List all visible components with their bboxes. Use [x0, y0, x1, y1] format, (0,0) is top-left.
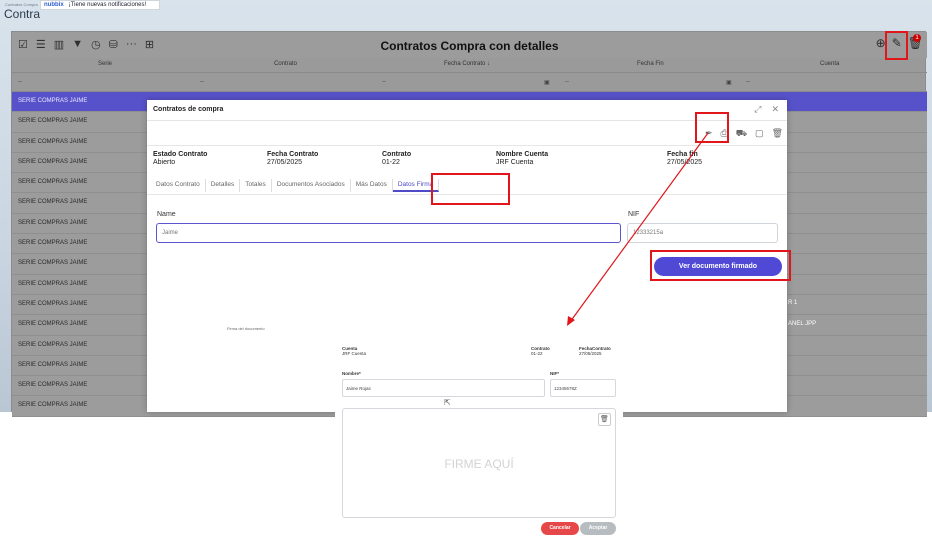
highlight-pencil: [885, 31, 908, 60]
column-header-cuenta[interactable]: Cuenta: [820, 61, 839, 67]
pad-cuenta: Cuenta JRF Cuenta: [342, 346, 366, 356]
pad-label: Nombre*: [342, 371, 361, 376]
name-input[interactable]: Jaime: [156, 223, 621, 243]
tab-mas-datos[interactable]: Más Datos: [351, 179, 393, 192]
count-badge: 1: [913, 34, 921, 42]
highlight-signature-tool: [695, 112, 729, 143]
info-value: Abierto: [153, 159, 176, 166]
cuenta-cell: R 1: [788, 300, 798, 306]
filter-contrato[interactable]: --: [200, 79, 204, 85]
trash-icon[interactable]: 🗑 1: [908, 34, 923, 50]
divider: [147, 145, 787, 146]
column-header-contrato[interactable]: Contrato: [274, 61, 297, 67]
pad-value: 27/05/2025: [579, 351, 602, 356]
grid-title: Contratos Compra con detalles: [380, 39, 559, 53]
info-fecha-contrato: Fecha Contrato 27/05/2025: [267, 151, 318, 166]
info-value: JRF Cuenta: [496, 159, 534, 166]
info-value: 27/05/2025: [267, 159, 303, 166]
info-fecha-fin: Fecha fin 27/05/2025: [667, 151, 702, 166]
column-header-fecha-fin[interactable]: Fecha Fin: [637, 61, 664, 67]
cart-icon[interactable]: ⛟: [736, 128, 747, 140]
info-label: Nombre Cuenta: [496, 151, 549, 158]
close-icon[interactable]: ✕: [771, 104, 779, 115]
clear-signature-trash-icon[interactable]: 🗑: [598, 413, 611, 426]
grid-toolbar: ☑ ☰ ▥ ▼ ◷ ⛁ ··· ⊞ Contratos Compra con d…: [12, 32, 927, 58]
name-label: Name: [157, 211, 176, 218]
tab-datos-contrato[interactable]: Datos Contrato: [151, 179, 206, 192]
info-label: Contrato: [382, 151, 412, 158]
pad-value: 01-22: [531, 351, 543, 356]
notification-toast[interactable]: nubbix ¡Tiene nuevas notificaciones!: [40, 0, 160, 10]
pad-nif-label: NIF*: [550, 371, 559, 376]
column-header-serie[interactable]: Serie: [98, 61, 112, 67]
tab-totales[interactable]: Totales: [240, 179, 272, 192]
info-value: 01-22: [382, 159, 400, 166]
pad-nif-input[interactable]: 12345678Z: [550, 379, 616, 397]
column-header-fecha-contrato[interactable]: Fecha Contrato ↓: [444, 61, 490, 67]
info-value: 27/05/2025: [667, 159, 703, 166]
calendar-icon[interactable]: ▣: [726, 79, 732, 86]
filter-fecha-contrato-2[interactable]: --: [565, 79, 569, 85]
signature-hint: FIRME AQUÍ: [444, 457, 514, 471]
cursor-icon: ⇱: [444, 398, 451, 407]
pad-nombre-label: Nombre*: [342, 371, 361, 376]
pad-contrato: Contrato 01-22: [531, 346, 550, 356]
cancel-button[interactable]: Cancelar: [541, 522, 579, 535]
signature-canvas[interactable]: 🗑 FIRME AQUÍ: [342, 408, 616, 518]
nif-input[interactable]: 12333215a: [627, 223, 778, 243]
divider: [147, 120, 787, 121]
info-label: Fecha fin: [667, 151, 698, 158]
modal-tabs: Datos Contrato Detalles Totales Document…: [151, 179, 440, 192]
accept-button[interactable]: Aceptar: [580, 522, 616, 535]
filter-row: -- -- -- ▣ -- ▣ --: [12, 72, 927, 92]
pad-label: NIF*: [550, 371, 559, 376]
pad-value: JRF Cuenta: [342, 351, 367, 356]
filter-fecha-fin[interactable]: --: [746, 79, 750, 85]
column-headers: Serie Contrato Fecha Contrato ↓ Fecha Fi…: [12, 58, 927, 72]
modal-title: Contratos de compra: [153, 106, 224, 113]
filter-serie[interactable]: --: [18, 79, 22, 85]
page-title: Contra: [4, 7, 41, 21]
tab-documentos-asociados[interactable]: Documentos Asociados: [272, 179, 351, 192]
modal-window-buttons: ⤢ ✕: [754, 104, 779, 115]
info-label: Estado Contrato: [153, 151, 208, 158]
nif-label: NIF: [628, 211, 640, 218]
info-estado: Estado Contrato Abierto: [153, 151, 207, 166]
notification-text: ¡Tiene nuevas notificaciones!: [68, 2, 147, 8]
signature-pad-dialog: Cuenta JRF Cuenta Contrato 01-22 FechaCont…: [335, 342, 623, 539]
info-label: Fecha Contrato: [267, 151, 319, 158]
info-nombre-cuenta: Nombre Cuenta JRF Cuenta: [496, 151, 548, 166]
cuenta-cell: ANEL JPP: [788, 321, 817, 327]
info-contrato: Contrato 01-22: [382, 151, 411, 166]
firma-label: Firma del documento: [227, 326, 265, 331]
highlight-datos-firma-tab: [431, 173, 510, 205]
pad-nombre-input[interactable]: Jaime Rojas: [342, 379, 545, 397]
highlight-view-document-button: [650, 250, 791, 281]
trash-icon[interactable]: 🗑: [772, 128, 783, 140]
expand-icon[interactable]: ⤢: [754, 104, 761, 115]
pad-fecha: FechaContrato 27/05/2025: [579, 346, 611, 356]
tab-detalles[interactable]: Detalles: [206, 179, 241, 192]
save-icon[interactable]: ▢: [755, 128, 764, 140]
calendar-icon[interactable]: ▣: [544, 79, 550, 86]
filter-fecha-contrato[interactable]: --: [382, 79, 386, 85]
notification-brand: nubbix: [44, 2, 64, 8]
